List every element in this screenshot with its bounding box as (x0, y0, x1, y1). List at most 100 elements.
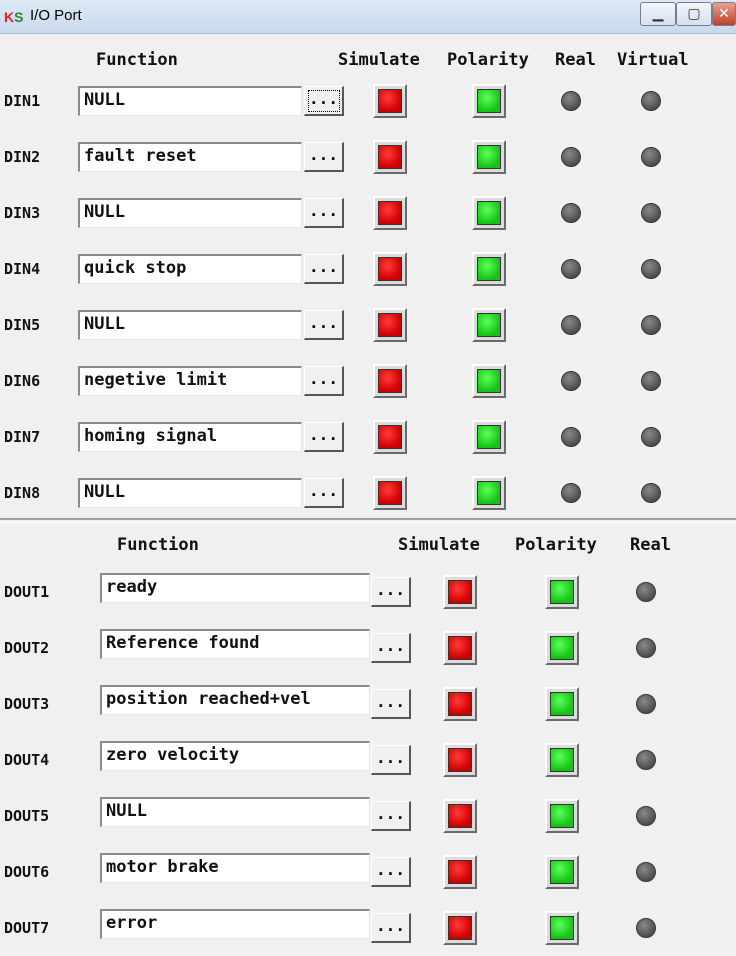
din-function-field[interactable]: NULL (78, 478, 302, 508)
din-virtual-led[interactable] (641, 259, 661, 279)
polarity-indicator (550, 860, 574, 884)
dout-polarity-toggle[interactable] (545, 799, 579, 833)
simulate-indicator (448, 692, 472, 716)
din-select-button[interactable]: ... (304, 366, 344, 396)
dout-polarity-toggle[interactable] (545, 743, 579, 777)
dout-simulate-toggle[interactable] (443, 911, 477, 945)
din-virtual-led[interactable] (641, 427, 661, 447)
din-function-field[interactable]: negetive limit (78, 366, 302, 396)
close-button[interactable]: ✕ (712, 2, 736, 26)
din-real-led (561, 483, 581, 503)
dout-function-field[interactable]: zero velocity (100, 741, 370, 771)
app-icon: KS (4, 9, 24, 25)
dout-polarity-toggle[interactable] (545, 911, 579, 945)
din-real-led (561, 371, 581, 391)
din-real-led (561, 147, 581, 167)
dout-function-field[interactable]: ready (100, 573, 370, 603)
din-virtual-led[interactable] (641, 91, 661, 111)
dout-select-button[interactable]: ... (371, 745, 411, 775)
din-real-led (561, 427, 581, 447)
polarity-indicator (550, 916, 574, 940)
dout-polarity-toggle[interactable] (545, 687, 579, 721)
dout-simulate-toggle[interactable] (443, 799, 477, 833)
din-label: DIN5 (4, 316, 41, 334)
dout-simulate-toggle[interactable] (443, 631, 477, 665)
simulate-indicator (378, 145, 402, 169)
din-select-button[interactable]: ... (304, 422, 344, 452)
polarity-indicator (550, 580, 574, 604)
simulate-indicator (378, 369, 402, 393)
din-polarity-toggle[interactable] (472, 84, 506, 118)
polarity-indicator (477, 89, 501, 113)
title-bar: KS I/O Port ▁ ▢ ✕ (0, 0, 736, 34)
din-header-simulate: Simulate (338, 50, 420, 70)
din-select-button[interactable]: ... (304, 86, 344, 116)
dout-function-field[interactable]: position reached+vel (100, 685, 370, 715)
din-select-button[interactable]: ... (304, 478, 344, 508)
din-select-button[interactable]: ... (304, 310, 344, 340)
din-simulate-toggle[interactable] (373, 84, 407, 118)
dout-real-led (636, 806, 656, 826)
maximize-button[interactable]: ▢ (676, 2, 712, 26)
din-function-field[interactable]: NULL (78, 310, 302, 340)
din-polarity-toggle[interactable] (472, 476, 506, 510)
dout-polarity-toggle[interactable] (545, 631, 579, 665)
dout-select-button[interactable]: ... (371, 857, 411, 887)
dout-simulate-toggle[interactable] (443, 743, 477, 777)
din-polarity-toggle[interactable] (472, 196, 506, 230)
din-function-field[interactable]: NULL (78, 86, 302, 116)
din-simulate-toggle[interactable] (373, 252, 407, 286)
dout-select-button[interactable]: ... (371, 913, 411, 943)
simulate-indicator (448, 804, 472, 828)
dout-select-button[interactable]: ... (371, 577, 411, 607)
din-function-field[interactable]: quick stop (78, 254, 302, 284)
dout-function-field[interactable]: Reference found (100, 629, 370, 659)
din-simulate-toggle[interactable] (373, 140, 407, 174)
minimize-button[interactable]: ▁ (640, 2, 676, 26)
dout-header-polarity: Polarity (515, 535, 597, 555)
close-icon: ✕ (718, 6, 730, 22)
dout-real-led (636, 750, 656, 770)
din-simulate-toggle[interactable] (373, 420, 407, 454)
dout-simulate-toggle[interactable] (443, 687, 477, 721)
din-select-button[interactable]: ... (304, 198, 344, 228)
din-virtual-led[interactable] (641, 203, 661, 223)
din-polarity-toggle[interactable] (472, 140, 506, 174)
dout-select-button[interactable]: ... (371, 633, 411, 663)
din-virtual-led[interactable] (641, 483, 661, 503)
din-polarity-toggle[interactable] (472, 364, 506, 398)
dout-polarity-toggle[interactable] (545, 855, 579, 889)
din-polarity-toggle[interactable] (472, 308, 506, 342)
polarity-indicator (550, 748, 574, 772)
din-virtual-led[interactable] (641, 147, 661, 167)
din-label: DIN8 (4, 484, 41, 502)
din-simulate-toggle[interactable] (373, 308, 407, 342)
din-virtual-led[interactable] (641, 371, 661, 391)
din-select-button[interactable]: ... (304, 254, 344, 284)
dout-function-field[interactable]: error (100, 909, 370, 939)
din-simulate-toggle[interactable] (373, 476, 407, 510)
dout-select-button[interactable]: ... (371, 801, 411, 831)
din-function-field[interactable]: homing signal (78, 422, 302, 452)
dout-simulate-toggle[interactable] (443, 855, 477, 889)
simulate-indicator (378, 425, 402, 449)
din-select-button[interactable]: ... (304, 142, 344, 172)
din-real-led (561, 259, 581, 279)
dout-function-field[interactable]: motor brake (100, 853, 370, 883)
dout-real-led (636, 694, 656, 714)
din-simulate-toggle[interactable] (373, 196, 407, 230)
dout-select-button[interactable]: ... (371, 689, 411, 719)
dout-label: DOUT1 (4, 583, 50, 601)
dout-polarity-toggle[interactable] (545, 575, 579, 609)
din-function-field[interactable]: NULL (78, 198, 302, 228)
din-polarity-toggle[interactable] (472, 420, 506, 454)
din-virtual-led[interactable] (641, 315, 661, 335)
dout-simulate-toggle[interactable] (443, 575, 477, 609)
dout-real-led (636, 918, 656, 938)
din-real-led (561, 315, 581, 335)
din-function-field[interactable]: fault reset (78, 142, 302, 172)
din-polarity-toggle[interactable] (472, 252, 506, 286)
dout-function-field[interactable]: NULL (100, 797, 370, 827)
din-simulate-toggle[interactable] (373, 364, 407, 398)
polarity-indicator (477, 313, 501, 337)
